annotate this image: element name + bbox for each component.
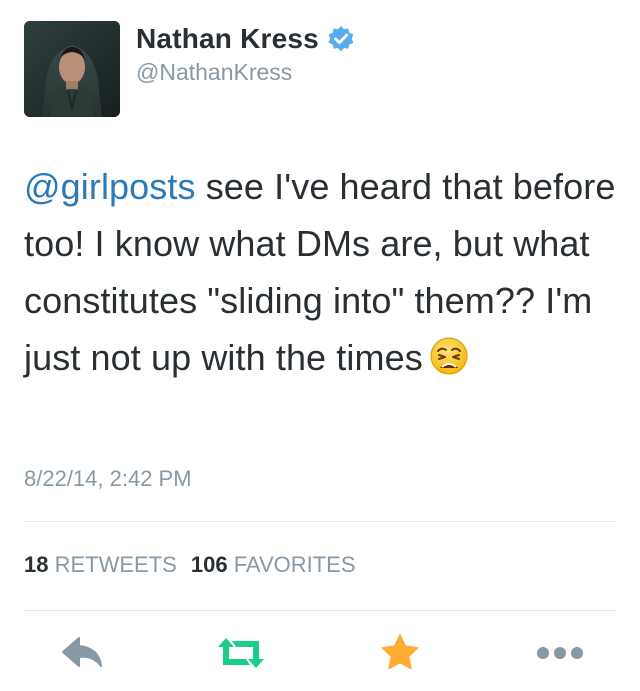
tweet-text: @girlposts see I've heard that before to… bbox=[24, 158, 624, 386]
mention-link[interactable]: @girlposts bbox=[24, 166, 196, 207]
reply-button[interactable] bbox=[52, 630, 112, 680]
avatar[interactable] bbox=[24, 21, 120, 117]
retweets-count[interactable]: 18 bbox=[24, 552, 48, 577]
retweets-label[interactable]: RETWEETS bbox=[55, 552, 177, 577]
profile-photo bbox=[24, 21, 120, 117]
favorite-button[interactable] bbox=[370, 630, 430, 680]
more-button[interactable] bbox=[530, 630, 590, 680]
favorites-label[interactable]: FAVORITES bbox=[234, 552, 356, 577]
divider-bottom bbox=[24, 610, 616, 611]
name-row: Nathan Kress bbox=[136, 21, 355, 57]
divider-top bbox=[24, 521, 616, 522]
weary-face-emoji-icon bbox=[429, 335, 469, 375]
tweet-timestamp: 8/22/14, 2:42 PM bbox=[24, 466, 192, 491]
tweet-actions-bar bbox=[0, 630, 640, 680]
tweet-stats: 18 RETWEETS 106 FAVORITES bbox=[24, 552, 356, 578]
retweet-button[interactable] bbox=[211, 630, 271, 680]
verified-badge-icon bbox=[327, 25, 355, 53]
tweet-header: Nathan Kress @NathanKress bbox=[24, 21, 616, 117]
display-name[interactable]: Nathan Kress bbox=[136, 23, 319, 55]
retweet-icon bbox=[214, 635, 268, 676]
reply-icon bbox=[59, 636, 105, 675]
more-icon bbox=[535, 646, 585, 665]
favorites-count[interactable]: 106 bbox=[191, 552, 228, 577]
user-names: Nathan Kress @NathanKress bbox=[136, 21, 355, 86]
star-icon bbox=[380, 633, 420, 678]
user-handle[interactable]: @NathanKress bbox=[136, 59, 355, 86]
